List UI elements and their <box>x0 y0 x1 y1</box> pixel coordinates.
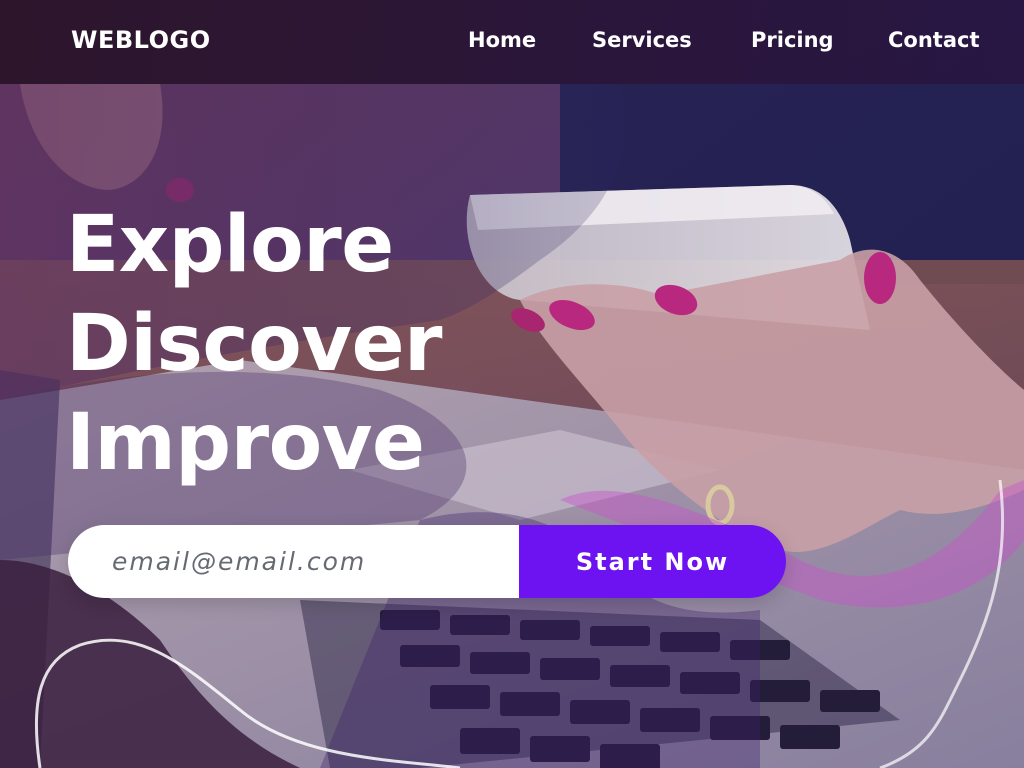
nav-links: Home Services Pricing Contact <box>0 28 1024 58</box>
nav-home-link[interactable]: Home <box>468 28 536 52</box>
top-navbar: WEBLOGO Home Services Pricing Contact <box>0 0 1024 84</box>
hero-line-explore: Explore <box>66 200 394 290</box>
hero-line-improve: Improve <box>66 398 425 488</box>
start-now-button[interactable]: Start Now <box>519 525 786 598</box>
nav-pricing-link[interactable]: Pricing <box>751 28 834 52</box>
nav-services-link[interactable]: Services <box>592 28 692 52</box>
email-input[interactable] <box>68 525 519 598</box>
signup-form: Start Now <box>68 525 786 598</box>
hero-title: Explore Discover Improve <box>66 196 442 493</box>
nav-contact-link[interactable]: Contact <box>888 28 980 52</box>
hero-line-discover: Discover <box>66 299 442 389</box>
